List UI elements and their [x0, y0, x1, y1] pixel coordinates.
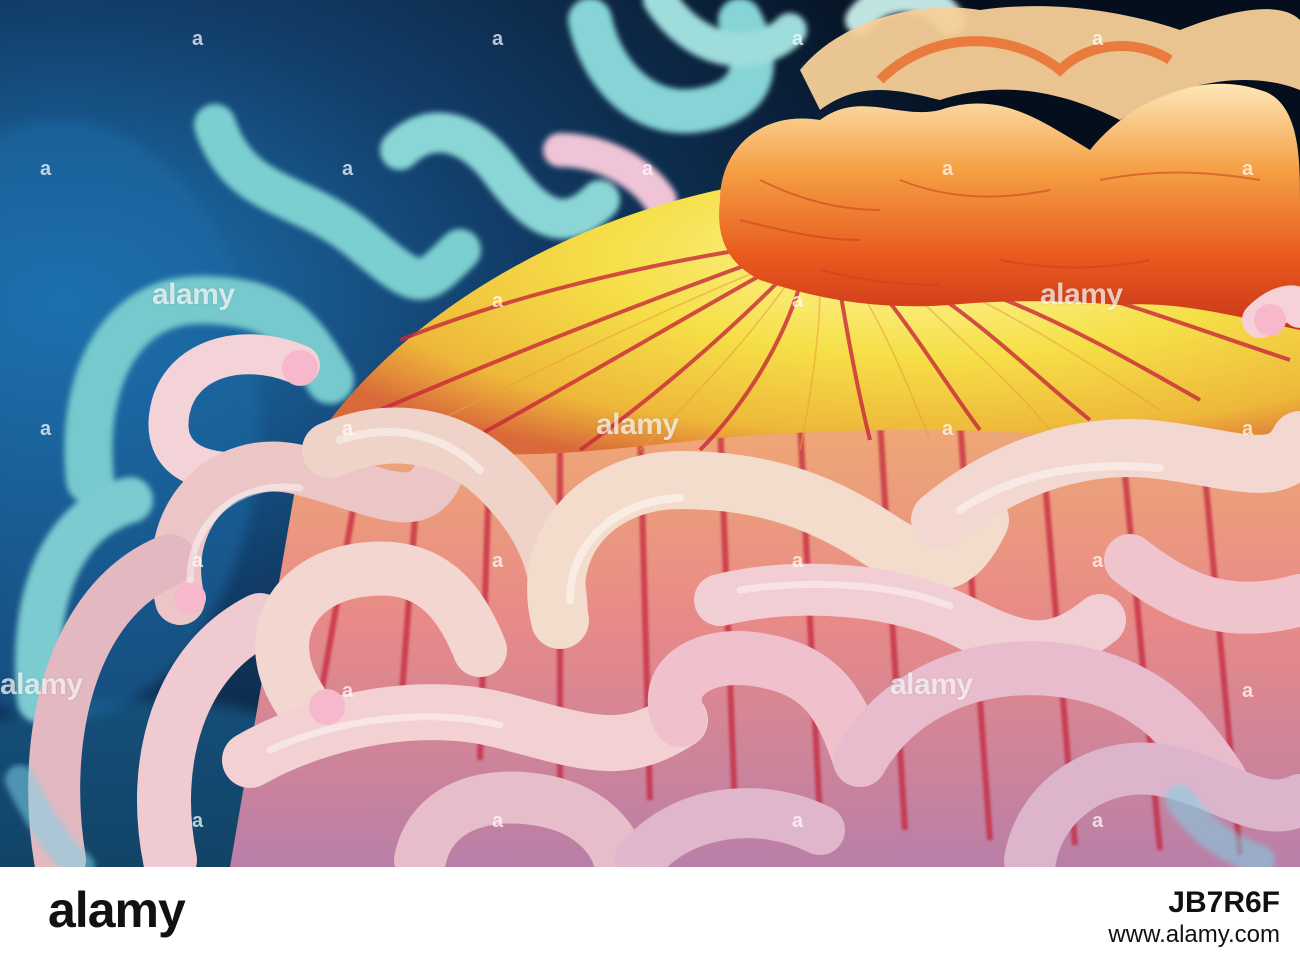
- stock-footer-bar: alamy JB7R6F www.alamy.com: [0, 867, 1300, 957]
- alamy-logo: alamy: [48, 882, 186, 938]
- site-url: www.alamy.com: [1108, 921, 1280, 948]
- image-id-block: JB7R6F www.alamy.com: [1108, 885, 1280, 950]
- sea-anemone-illustration: [0, 0, 1300, 867]
- image-id: JB7R6F: [1168, 886, 1280, 919]
- anemone-mouth: [719, 83, 1300, 330]
- image-stage: a a a a a a a a a alamy a a alamy a a al…: [0, 0, 1300, 957]
- sea-anemone-photo: a a a a a a a a a alamy a a alamy a a al…: [0, 0, 1300, 867]
